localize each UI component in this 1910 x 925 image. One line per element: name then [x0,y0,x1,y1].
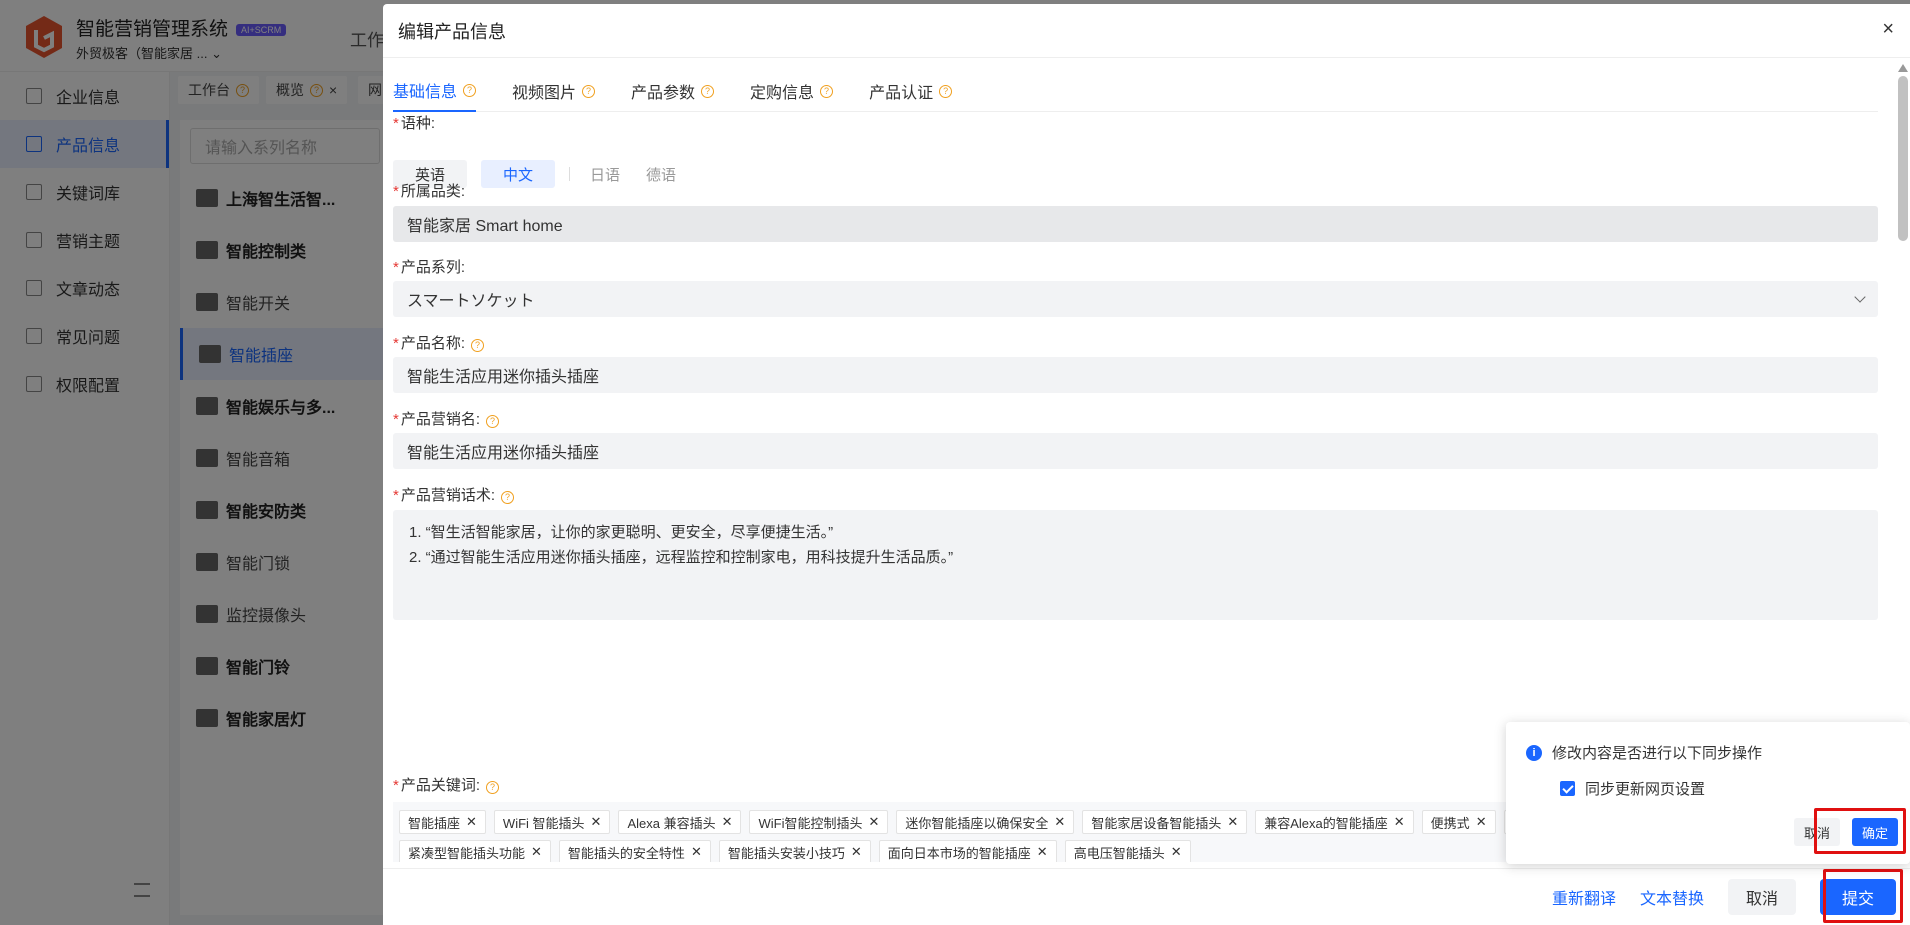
keyword-tag-label: 兼容Alexa的智能插座 [1264,815,1388,831]
keyword-tag-label: 智能插座 [408,815,461,831]
highlight-box [1814,808,1906,854]
tab-label: 基础信息 [393,84,458,101]
drawer-header: 编辑产品信息 × [383,4,1910,58]
help-icon: ? [582,84,596,98]
help-icon: ? [486,414,500,428]
info-icon: i [1526,744,1542,761]
keyword-tag: 迷你智能插座以确保安全 ✕ [896,810,1075,834]
sync-webpage-checkbox[interactable]: 同步更新网页设置 [1560,778,1705,799]
tab-ordering[interactable]: 定购信息? [750,70,834,112]
help-icon: ? [939,84,953,98]
keyword-tag: 面向日本市场的智能插座 ✕ [878,840,1057,862]
drawer-tabs: 基础信息? 视频图片? 产品参数? 定购信息? 产品认证? [393,70,1878,112]
remove-tag-icon[interactable]: ✕ [1054,814,1065,830]
series-select[interactable]: スマートソケット [393,281,1878,317]
tab-media[interactable]: 视频图片? [512,70,596,112]
keyword-tag: 智能插头的安全特性 ✕ [558,840,711,862]
category-label: * 所属品类: [393,183,466,200]
product-name-label: * 产品名称:? [393,332,485,353]
highlight-box [1823,869,1903,923]
remove-tag-icon[interactable]: ✕ [722,814,733,830]
remove-tag-icon[interactable]: ✕ [1394,814,1405,830]
checkbox-checked-icon[interactable] [1560,781,1575,796]
keyword-tag-label: 高电压智能插头 [1073,845,1165,861]
keyword-tag-label: 智能插头安装小技巧 [727,845,845,861]
keyword-tag-label: 紧凑型智能插头功能 [408,845,526,861]
keyword-tag-label: 面向日本市场的智能插座 [887,845,1031,861]
marketing-copy-line: 2. “通过智能生活应用迷你插头插座，远程监控和控制家电，用科技提升生活品质。” [409,549,954,566]
retranslate-button[interactable]: 重新翻译 [1552,885,1616,909]
keyword-tag: 兼容Alexa的智能插座 ✕ [1255,810,1414,834]
language-option-de[interactable]: 德语 [640,160,682,188]
language-option-ja[interactable]: 日语 [584,160,626,188]
tab-parameters[interactable]: 产品参数? [631,70,715,112]
remove-tag-icon[interactable]: ✕ [868,814,879,830]
keyword-tag: 便携式 ✕ [1421,810,1496,834]
keyword-tag-label: 智能家居设备智能插头 [1091,815,1222,831]
remove-tag-icon[interactable]: ✕ [1171,844,1182,860]
drawer-footer: 重新翻译 文本替换 取消 提交 [383,868,1910,925]
product-name-input[interactable]: 智能生活应用迷你插头插座 [393,357,1878,393]
keywords-label: * 产品关键词:? [393,774,500,795]
help-icon: ? [463,83,477,97]
keyword-tag: WiFi智能控制插头 ✕ [749,810,889,834]
help-icon: ? [471,338,485,352]
keyword-tag: 智能插座 ✕ [399,810,486,834]
drawer-title: 编辑产品信息 [398,21,506,42]
tab-basic-info[interactable]: 基础信息? [393,70,477,112]
keyword-tag: 高电压智能插头 ✕ [1064,840,1191,862]
chevron-down-icon [1854,291,1866,303]
remove-tag-icon[interactable]: ✕ [851,844,862,860]
keyword-tag-label: 智能插头的安全特性 [567,845,685,861]
remove-tag-icon[interactable]: ✕ [691,844,702,860]
keyword-tag: 紧凑型智能插头功能 ✕ [399,840,551,862]
remove-tag-icon[interactable]: ✕ [1227,814,1238,830]
keyword-tag-label: Alexa 兼容插头 [627,815,716,831]
remove-tag-icon[interactable]: ✕ [1037,844,1048,860]
keyword-tag: Alexa 兼容插头 ✕ [618,810,742,834]
popconfirm-title: i 修改内容是否进行以下同步操作 [1526,742,1762,763]
tab-label: 视频图片 [512,85,577,102]
tab-certification[interactable]: 产品认证? [869,70,953,112]
cancel-button[interactable]: 取消 [1727,879,1796,915]
remove-tag-icon[interactable]: ✕ [531,844,542,860]
marketing-copy-label: * 产品营销话术:? [393,484,515,505]
close-icon[interactable]: × [1882,18,1894,41]
marketing-copy-line: 1. “智生活智能家居，让你的家更聪明、更安全，尽享便捷生活。” [409,524,834,541]
help-icon: ? [820,84,834,98]
scroll-up-icon[interactable] [1898,64,1908,72]
language-label: * 语种: [393,115,436,132]
keyword-tag: 智能插头安装小技巧 ✕ [718,840,871,862]
tab-label: 产品参数 [631,85,696,102]
remove-tag-icon[interactable]: ✕ [466,814,477,830]
divider [569,167,571,181]
keyword-tag: 智能家居设备智能插头 ✕ [1082,810,1248,834]
help-icon: ? [701,84,715,98]
help-icon: ? [501,490,515,504]
scroll-thumb[interactable] [1898,76,1908,241]
keyword-tag: WiFi 智能插头 ✕ [493,810,611,834]
category-field: 智能家居 Smart home [393,206,1878,242]
keyword-tag-label: WiFi智能控制插头 [758,815,863,831]
marketing-name-label: * 产品营销名:? [393,408,500,429]
replace-text-button[interactable]: 文本替换 [1640,885,1704,909]
sync-popconfirm: i 修改内容是否进行以下同步操作 同步更新网页设置 取消 确定 [1506,722,1910,864]
marketing-copy-textarea[interactable]: 1. “智生活智能家居，让你的家更聪明、更安全，尽享便捷生活。” 2. “通过智… [393,510,1878,620]
keyword-tag-label: WiFi 智能插头 [502,815,585,831]
marketing-name-input[interactable]: 智能生活应用迷你插头插座 [393,433,1878,469]
tab-label: 定购信息 [750,85,815,102]
language-option-zh[interactable]: 中文 [481,160,556,188]
series-label: * 产品系列: [393,259,466,276]
tab-label: 产品认证 [869,85,934,102]
help-icon: ? [486,780,500,794]
keyword-tag-label: 便携式 [1430,815,1470,831]
remove-tag-icon[interactable]: ✕ [1476,814,1487,830]
keyword-tag-label: 迷你智能插座以确保安全 [905,815,1049,831]
remove-tag-icon[interactable]: ✕ [591,814,602,830]
